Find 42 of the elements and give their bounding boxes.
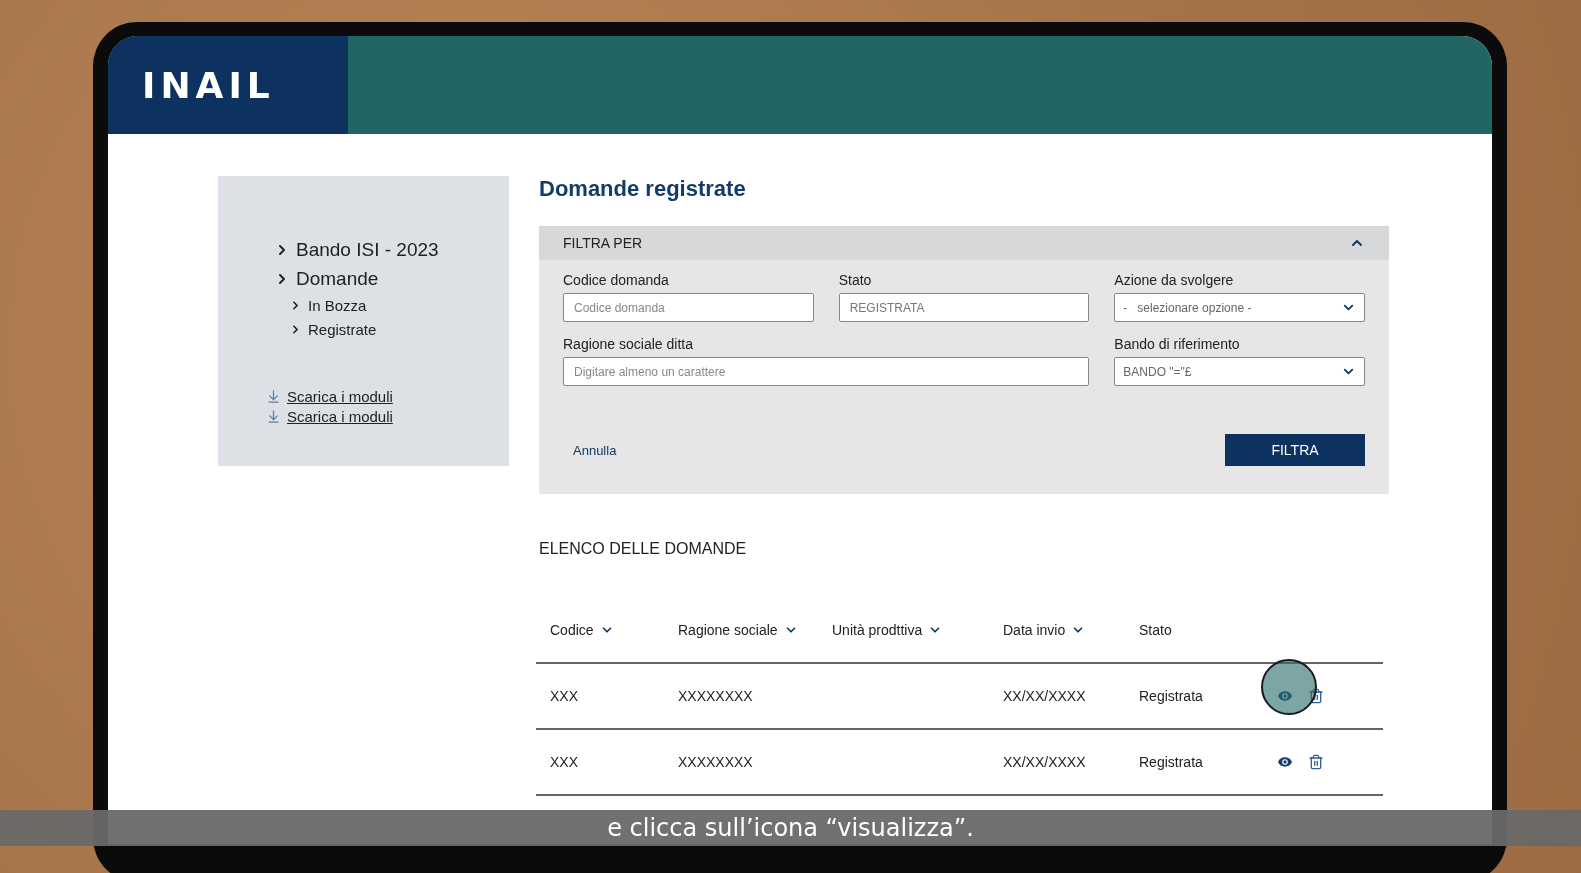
logo: INAIL bbox=[142, 64, 275, 106]
download-icon bbox=[266, 409, 281, 424]
filter-header[interactable]: FILTRA PER bbox=[539, 226, 1389, 260]
trash-icon[interactable] bbox=[1308, 688, 1324, 704]
input-field[interactable]: Digitare almeno un carattere bbox=[563, 357, 1090, 386]
table-cell: Registrata bbox=[1139, 754, 1203, 770]
section-title: ELENCO DELLE DOMANDE bbox=[539, 540, 747, 558]
sidebar-item[interactable]: In Bozza bbox=[289, 297, 509, 314]
field-label: Ragione sociale ditta bbox=[563, 336, 693, 352]
eye-icon[interactable] bbox=[1276, 753, 1294, 771]
sidebar-item[interactable]: Bando ISI - 2023 bbox=[274, 239, 509, 261]
download-link[interactable]: Scarica i moduli bbox=[266, 408, 393, 425]
sidebar-item[interactable]: Registrate bbox=[289, 321, 509, 338]
table-cell: XXX bbox=[550, 754, 578, 770]
field-label: Bando di riferimento bbox=[1114, 336, 1240, 352]
download-link[interactable]: Scarica i moduli bbox=[266, 388, 393, 405]
table-cell: Registrata bbox=[1139, 688, 1203, 704]
input-field[interactable]: Codice domanda bbox=[563, 293, 814, 322]
trash-icon[interactable] bbox=[1308, 754, 1324, 770]
subtitle: e clicca sull’icona “visualizza”. bbox=[607, 813, 974, 843]
column-header[interactable]: Ragione sociale bbox=[678, 622, 798, 638]
filter-title: FILTRA PER bbox=[563, 235, 643, 251]
field-label: Stato bbox=[838, 272, 872, 288]
table-cell: XXXXXXXX bbox=[678, 688, 753, 704]
field-label: Azione da svolgere bbox=[1114, 272, 1234, 288]
page-title: Domande registrate bbox=[539, 176, 746, 202]
table-cell: XXX bbox=[550, 688, 578, 704]
table-cell: XX/XX/XXXX bbox=[1003, 754, 1086, 770]
table-cell: XX/XX/XXXX bbox=[1003, 688, 1086, 704]
cancel-link[interactable]: Annulla bbox=[573, 442, 617, 458]
column-header[interactable]: Unità prodttiva bbox=[832, 622, 943, 638]
sidebar-item[interactable]: Domande bbox=[274, 268, 509, 290]
select-field[interactable]: BANDO "="£ bbox=[1114, 357, 1365, 386]
select-field[interactable]: - selezionare opzione - bbox=[1114, 293, 1365, 322]
table-cell: XXXXXXXX bbox=[678, 754, 753, 770]
column-header: Stato bbox=[1139, 622, 1172, 638]
field-label: Codice domanda bbox=[563, 272, 669, 288]
download-icon bbox=[266, 389, 281, 404]
column-header[interactable]: Codice bbox=[550, 622, 614, 638]
input-field[interactable]: REGISTRATA bbox=[838, 293, 1090, 322]
column-header[interactable]: Data invio bbox=[1003, 622, 1086, 638]
filter-button[interactable]: FILTRA bbox=[1225, 434, 1365, 466]
